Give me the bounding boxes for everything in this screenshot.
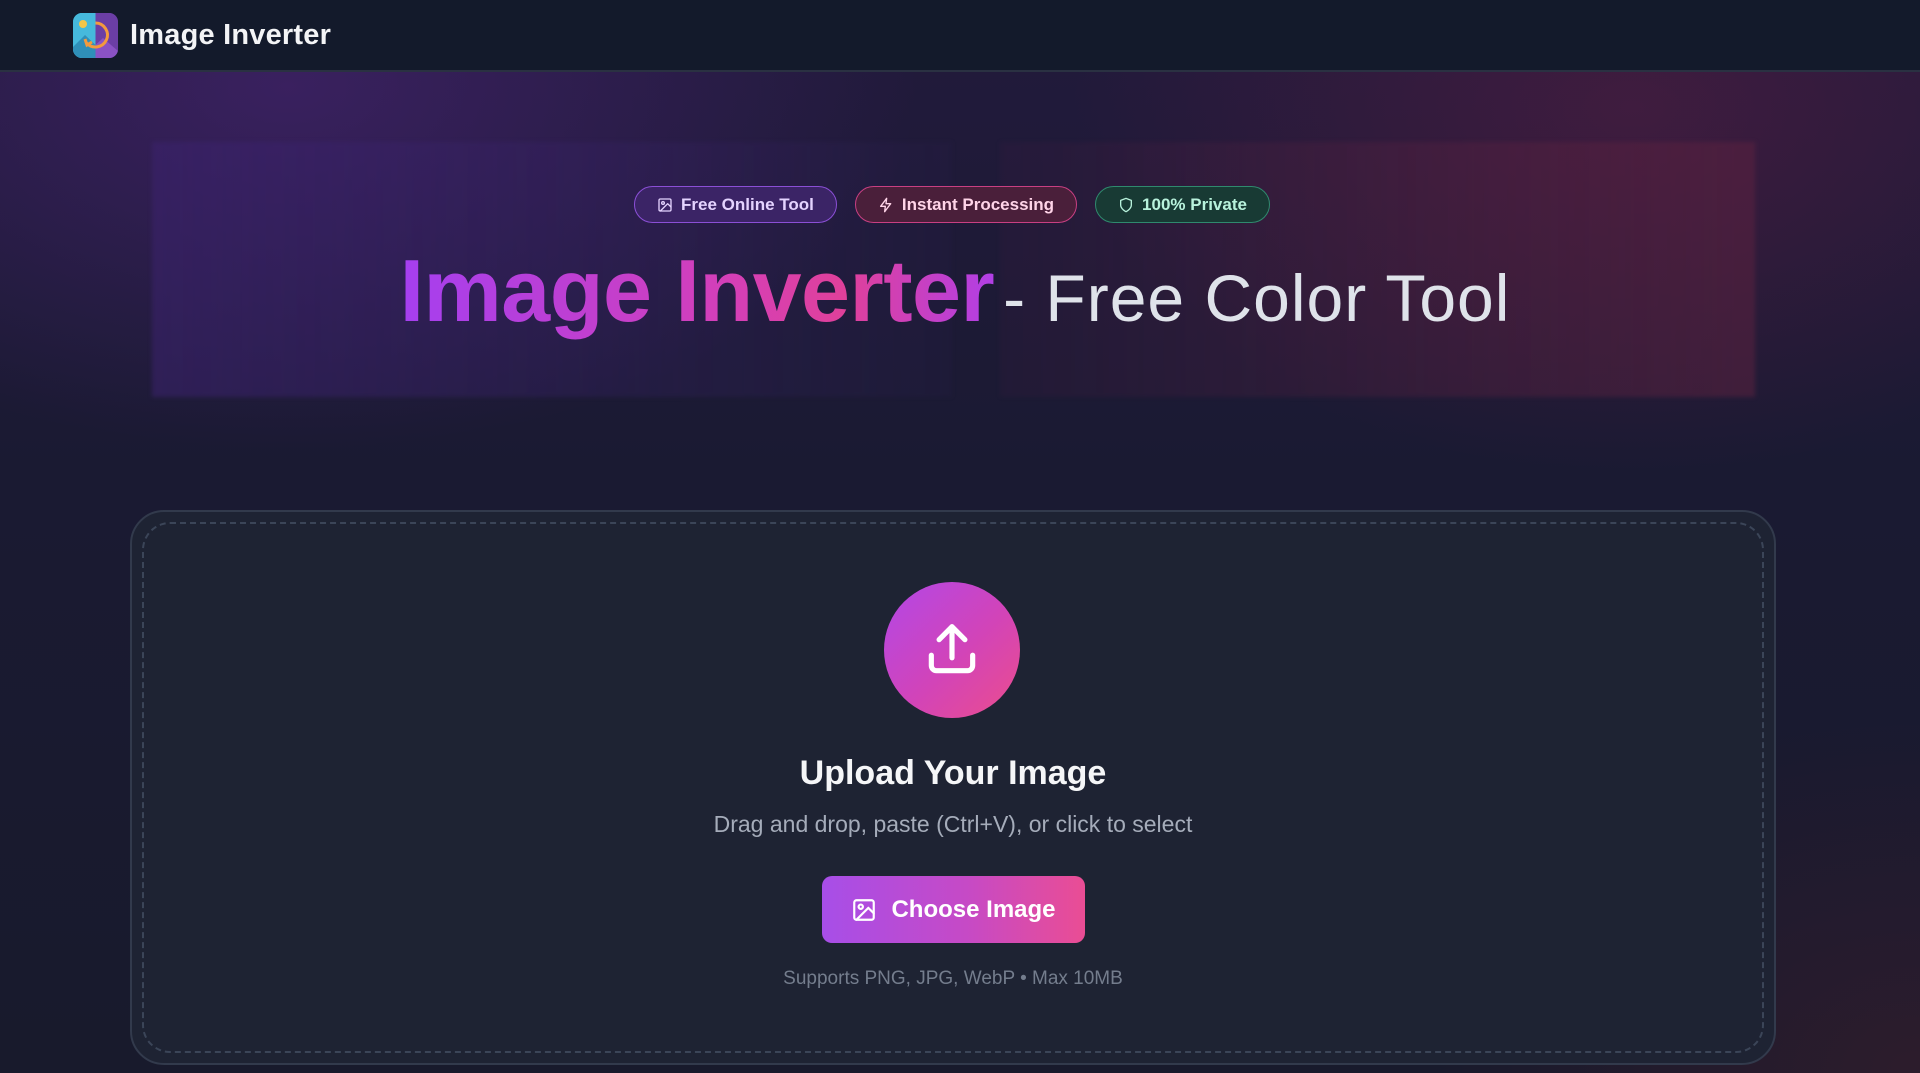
app-name[interactable]: Image Inverter	[130, 19, 331, 52]
upload-instructions: Drag and drop, paste (Ctrl+V), or click …	[713, 811, 1193, 837]
upload-title: Upload Your Image	[799, 754, 1107, 792]
badge-private: 100% Private	[1095, 186, 1270, 223]
page-title-main: Image Inverter	[399, 241, 995, 340]
badge-label: 100% Private	[1142, 194, 1247, 214]
page-title-subtitle: - Free Color Tool	[1003, 261, 1511, 335]
choose-image-label: Choose Image	[891, 895, 1056, 923]
image-icon	[853, 898, 876, 921]
supported-formats-text: Supports PNG, JPG, WebP • Max 10MB	[783, 968, 1123, 989]
badge-instant-processing: Instant Processing	[854, 186, 1078, 223]
page-title: Image Inverter - Free Color Tool	[0, 240, 1920, 342]
page: Image Inverter Free Online Tool Instant …	[0, 0, 1920, 1073]
badge-free-online-tool: Free Online Tool	[634, 186, 837, 223]
image-inverter-logo-icon[interactable]	[73, 12, 118, 58]
lightning-icon	[879, 197, 892, 212]
upload-icon[interactable]	[884, 582, 1020, 718]
top-navbar: Image Inverter	[0, 0, 1920, 72]
shield-icon	[1120, 197, 1133, 212]
badge-label: Instant Processing	[901, 194, 1055, 214]
badge-label: Free Online Tool	[681, 194, 814, 214]
feature-badges: Free Online Tool Instant Processing 100%…	[0, 186, 1920, 223]
image-icon	[658, 197, 672, 212]
choose-image-button[interactable]: Choose Image	[822, 876, 1085, 943]
